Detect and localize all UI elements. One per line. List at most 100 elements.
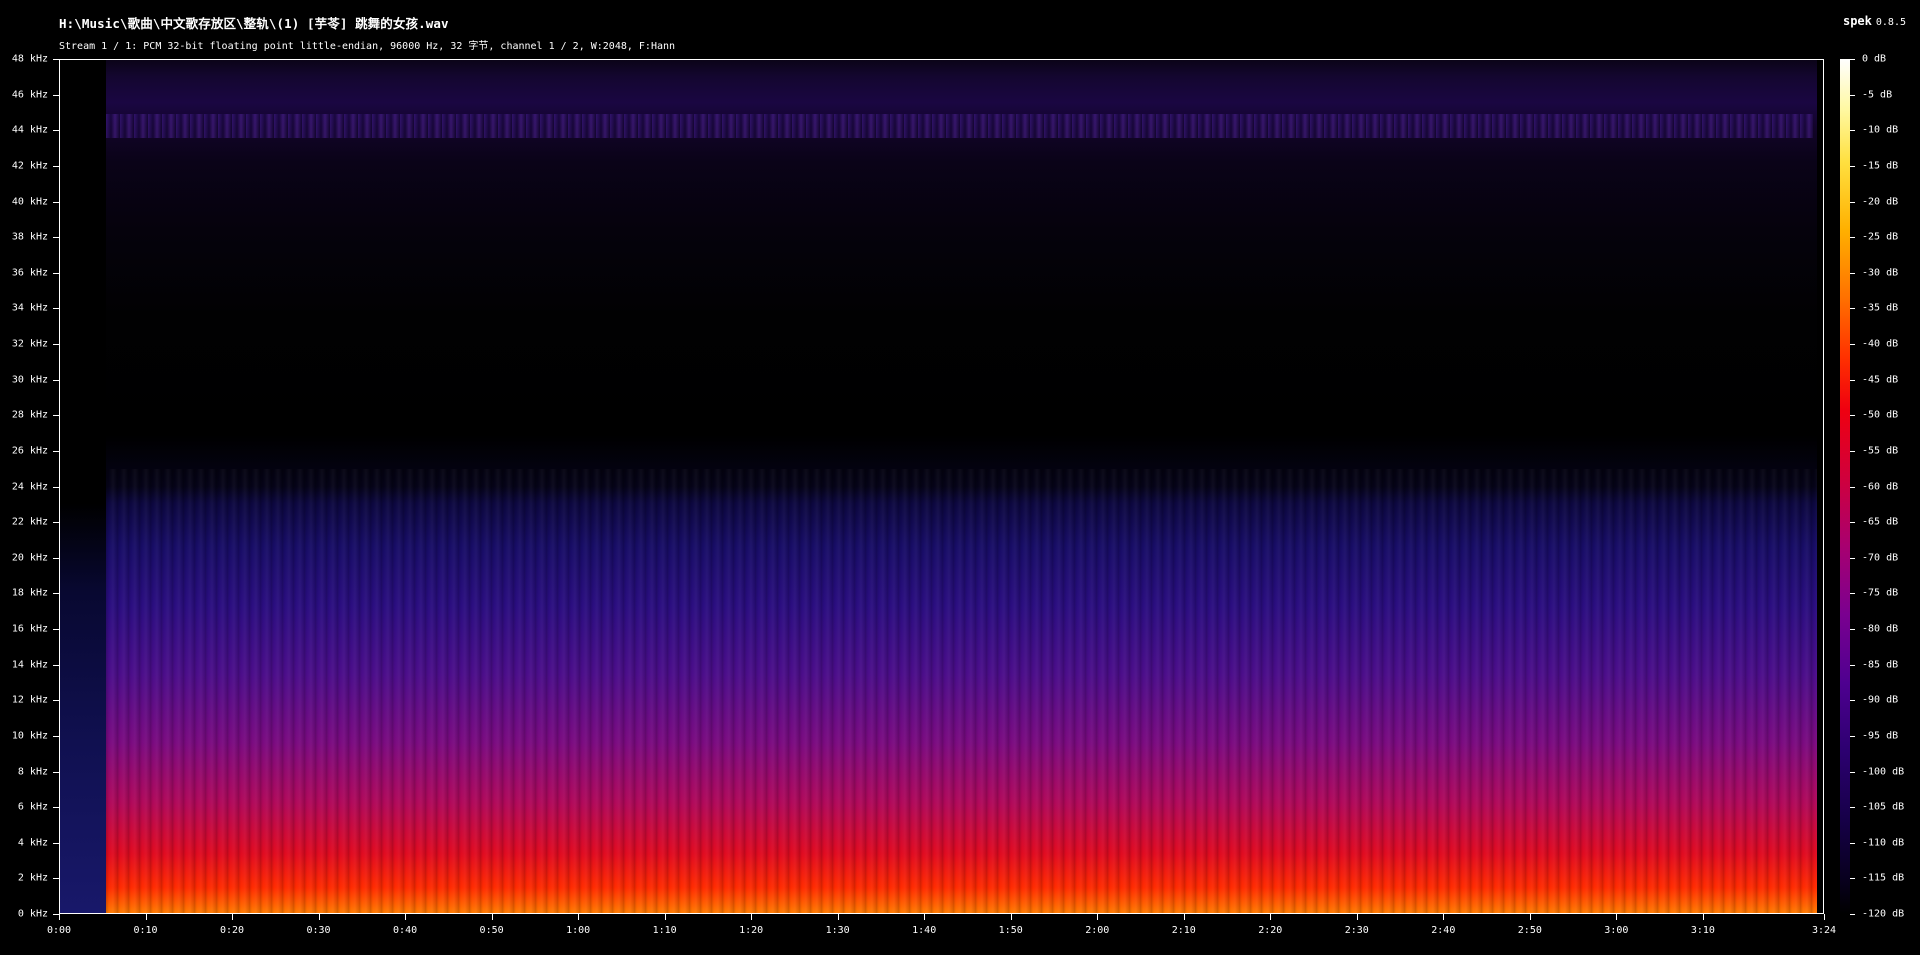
time-tick-label: 2:20 — [1258, 925, 1283, 936]
time-tick-mark — [578, 914, 579, 920]
frequency-tick-mark — [53, 878, 59, 879]
time-tick-label: 3:00 — [1604, 925, 1629, 936]
db-tick-mark — [1850, 415, 1855, 416]
time-tick-label: 1:40 — [912, 925, 937, 936]
db-tick-label: -25 dB — [1862, 231, 1899, 243]
db-tick-mark — [1850, 308, 1855, 309]
db-tick-label: -10 dB — [1862, 124, 1899, 136]
app-brand: spek 0.8.5 — [1843, 14, 1906, 28]
frequency-tick-mark — [53, 558, 59, 559]
db-tick-label: -100 dB — [1862, 766, 1905, 777]
spectrogram-leading-silence — [60, 60, 106, 913]
db-tick-label: -20 dB — [1862, 196, 1899, 207]
frequency-tick-mark — [53, 522, 59, 523]
frequency-tick-label: 18 kHz — [11, 587, 48, 599]
frequency-tick-label: 2 kHz — [17, 872, 48, 884]
time-tick-label: 2:00 — [1085, 925, 1110, 936]
db-tick-mark — [1850, 166, 1855, 167]
db-tick-label: -40 dB — [1862, 338, 1899, 350]
frequency-tick-label: 46 kHz — [11, 89, 48, 101]
db-tick-mark — [1850, 451, 1855, 452]
frequency-tick-mark — [53, 380, 59, 381]
frequency-tick-label: 8 kHz — [17, 766, 48, 777]
frequency-tick-label: 10 kHz — [11, 730, 48, 742]
time-tick-label: 1:20 — [739, 925, 764, 936]
db-tick-mark — [1850, 487, 1855, 488]
frequency-tick-label: 48 kHz — [11, 53, 48, 65]
frequency-tick-mark — [53, 593, 59, 594]
db-tick-mark — [1850, 130, 1855, 131]
time-tick-mark — [319, 914, 320, 920]
spectrogram-plot — [59, 59, 1824, 914]
db-tick-mark — [1850, 772, 1855, 773]
time-tick-mark — [405, 914, 406, 920]
time-tick-label: 1:10 — [652, 925, 677, 936]
time-tick-label: 2:10 — [1171, 925, 1196, 936]
frequency-tick-mark — [53, 344, 59, 345]
app-version: 0.8.5 — [1875, 17, 1906, 28]
frequency-tick-mark — [53, 807, 59, 808]
db-tick-mark — [1850, 807, 1855, 808]
db-tick-mark — [1850, 665, 1855, 666]
frequency-tick-mark — [53, 415, 59, 416]
frequency-tick-mark — [53, 166, 59, 167]
stream-info: Stream 1 / 1: PCM 32-bit floating point … — [59, 41, 676, 52]
frequency-tick-label: 0 kHz — [17, 908, 48, 920]
db-tick-mark — [1850, 629, 1855, 630]
db-tick-label: -50 dB — [1862, 409, 1899, 421]
db-tick-label: -60 dB — [1862, 481, 1899, 492]
spectrogram-trailing-edge — [1817, 60, 1823, 913]
frequency-tick-label: 44 kHz — [11, 124, 48, 136]
time-tick-label: 2:30 — [1344, 925, 1369, 936]
db-tick-mark — [1850, 273, 1855, 274]
db-tick-mark — [1850, 558, 1855, 559]
frequency-tick-mark — [53, 59, 59, 60]
db-tick-label: -75 dB — [1862, 587, 1899, 599]
frequency-tick-mark — [53, 308, 59, 309]
frequency-tick-mark — [53, 843, 59, 844]
frequency-tick-label: 28 kHz — [11, 409, 48, 421]
time-tick-label: 1:00 — [566, 925, 591, 936]
time-tick-mark — [1824, 914, 1825, 920]
time-tick-mark — [838, 914, 839, 920]
frequency-tick-label: 14 kHz — [11, 659, 48, 671]
frequency-tick-mark — [53, 273, 59, 274]
db-tick-mark — [1850, 59, 1855, 60]
time-tick-label: 1:50 — [998, 925, 1023, 936]
db-tick-label: -55 dB — [1862, 445, 1899, 457]
frequency-tick-label: 24 kHz — [11, 481, 48, 492]
frequency-tick-label: 4 kHz — [17, 837, 48, 849]
time-tick-label: 1:30 — [825, 925, 850, 936]
frequency-tick-label: 38 kHz — [11, 231, 48, 243]
db-tick-label: -15 dB — [1862, 160, 1899, 172]
db-tick-label: 0 dB — [1862, 53, 1887, 65]
frequency-tick-mark — [53, 130, 59, 131]
db-tick-label: -30 dB — [1862, 267, 1899, 279]
frequency-tick-mark — [53, 237, 59, 238]
db-tick-mark — [1850, 736, 1855, 737]
frequency-tick-label: 20 kHz — [11, 552, 48, 564]
frequency-tick-mark — [53, 202, 59, 203]
db-tick-mark — [1850, 878, 1855, 879]
spectrogram-texture — [106, 469, 1823, 913]
db-tick-label: -115 dB — [1862, 872, 1905, 884]
app-name: spek — [1842, 14, 1872, 28]
frequency-tick-label: 16 kHz — [11, 623, 48, 635]
frequency-tick-label: 30 kHz — [11, 374, 48, 386]
time-tick-mark — [232, 914, 233, 920]
db-tick-label: -45 dB — [1862, 374, 1899, 386]
time-tick-mark — [492, 914, 493, 920]
time-tick-label: 0:20 — [219, 925, 245, 936]
frequency-tick-mark — [53, 451, 59, 452]
db-tick-label: -120 dB — [1862, 908, 1905, 920]
file-title: H:\Music\歌曲\中文歌存放区\整轨\(1) [芋苓] 跳舞的女孩.wav — [59, 16, 449, 31]
frequency-tick-mark — [53, 95, 59, 96]
db-tick-mark — [1850, 202, 1855, 203]
db-tick-mark — [1850, 843, 1855, 844]
db-tick-mark — [1850, 380, 1855, 381]
db-tick-label: -90 dB — [1862, 694, 1899, 706]
time-tick-mark — [1530, 914, 1531, 920]
time-tick-label: 3:10 — [1690, 925, 1715, 936]
db-tick-label: -105 dB — [1862, 801, 1905, 813]
time-tick-mark — [59, 914, 60, 920]
